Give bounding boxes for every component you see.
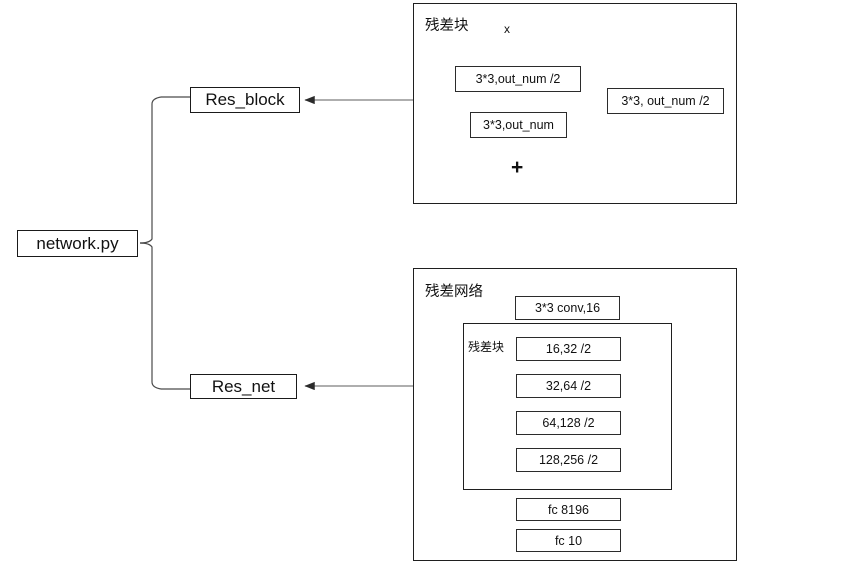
node-res-block-label: Res_block xyxy=(205,90,285,109)
node-fc-8196[interactable]: fc 8196 xyxy=(516,498,621,521)
node-network-py[interactable]: network.py xyxy=(17,230,138,257)
root-brace xyxy=(139,96,162,390)
node-fc-10[interactable]: fc 10 xyxy=(516,529,621,552)
node-stem-conv-label: 3*3 conv,16 xyxy=(534,301,601,315)
node-conv-3x3-out-num[interactable]: 3*3,out_num xyxy=(470,112,567,138)
node-block-16-32[interactable]: 16,32 /2 xyxy=(516,337,621,361)
node-stem-conv[interactable]: 3*3 conv,16 xyxy=(515,296,620,320)
node-conv-3x3-out-num-half-label: 3*3,out_num /2 xyxy=(475,72,561,86)
node-shortcut-conv-3x3-out-num-half[interactable]: 3*3, out_num /2 xyxy=(607,88,724,114)
panel-res-block-title: 残差块 xyxy=(425,18,469,34)
node-block-16-32-label: 16,32 /2 xyxy=(545,342,592,356)
panel-res-net-title: 残差网络 xyxy=(425,284,483,300)
node-res-block[interactable]: Res_block xyxy=(190,87,300,113)
node-conv-3x3-out-num-label: 3*3,out_num xyxy=(483,118,554,132)
panel-res-block-group-title: 残差块 xyxy=(468,340,505,354)
sum-operator: + xyxy=(511,156,524,179)
node-res-net-label: Res_net xyxy=(211,376,276,396)
node-res-net[interactable]: Res_net xyxy=(190,374,297,399)
node-fc-10-label: fc 10 xyxy=(554,533,583,548)
node-conv-3x3-out-num-half[interactable]: 3*3,out_num /2 xyxy=(455,66,581,92)
node-block-32-64-label: 32,64 /2 xyxy=(545,379,592,393)
node-shortcut-conv-3x3-out-num-half-label: 3*3, out_num /2 xyxy=(621,94,710,108)
node-block-32-64[interactable]: 32,64 /2 xyxy=(516,374,621,398)
node-block-128-256-label: 128,256 /2 xyxy=(538,453,599,467)
node-block-64-128-label: 64,128 /2 xyxy=(542,416,595,430)
node-fc-8196-label: fc 8196 xyxy=(547,502,589,517)
node-block-128-256[interactable]: 128,256 /2 xyxy=(516,448,621,472)
diagram-canvas: network.py Res_block Res_net 残差块 x 3*3,o… xyxy=(0,0,865,569)
node-block-64-128[interactable]: 64,128 /2 xyxy=(516,411,621,435)
node-network-py-label: network.py xyxy=(36,233,119,253)
input-x-label: x xyxy=(504,22,510,36)
